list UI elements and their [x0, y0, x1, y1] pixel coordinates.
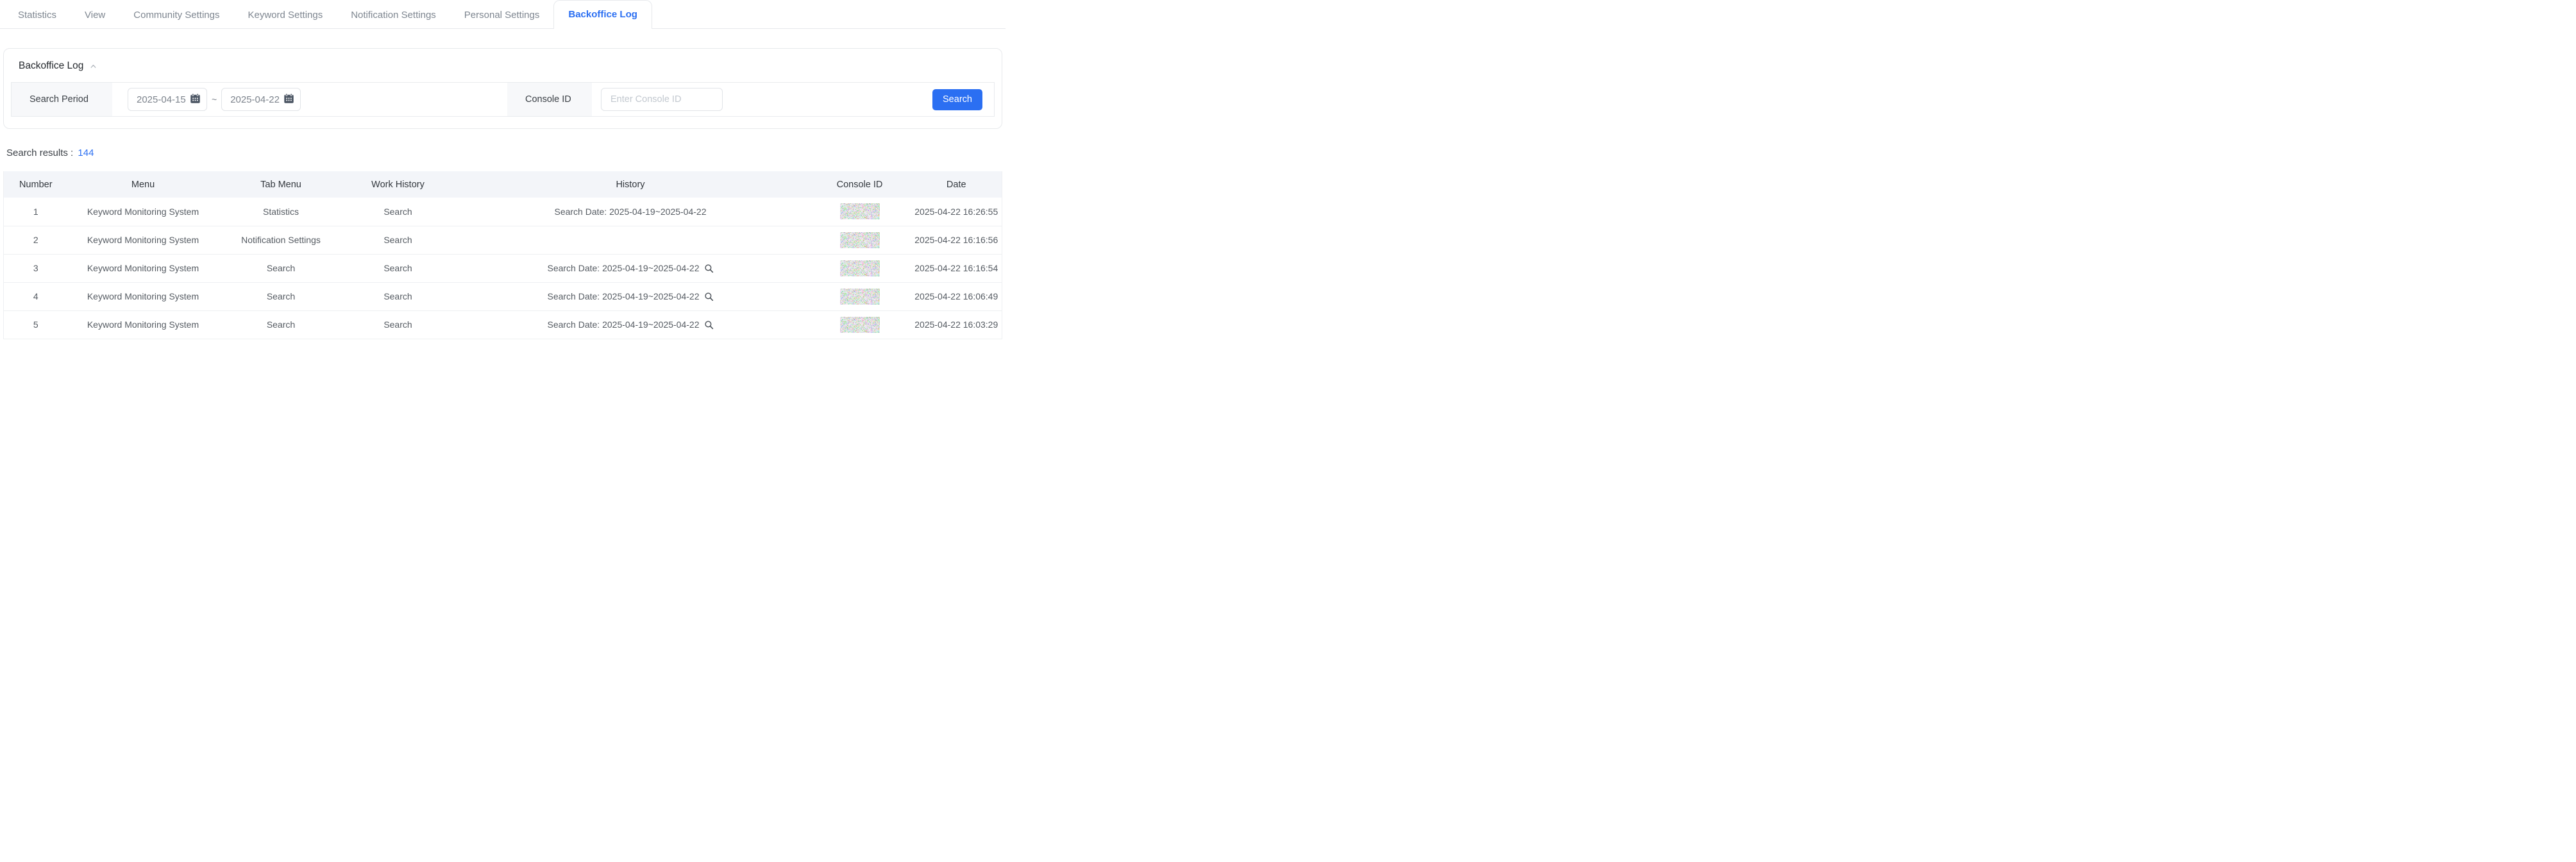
tab-keyword-settings[interactable]: Keyword Settings: [233, 2, 337, 28]
table-row: 5Keyword Monitoring SystemSearchSearchSe…: [4, 310, 1002, 339]
console-id-redacted-image: [840, 317, 880, 333]
cell-menu: Keyword Monitoring System: [68, 310, 219, 339]
magnifier-icon[interactable]: [704, 320, 714, 330]
tab-statistics[interactable]: Statistics: [4, 2, 71, 28]
cell-tab-menu: Search: [219, 254, 344, 282]
history-content: Search Date: 2025-04-19~2025-04-22: [547, 319, 713, 330]
date-range: 2025-04-15 ~: [112, 88, 507, 111]
cell-console-id: [809, 282, 911, 310]
search-button[interactable]: Search: [932, 89, 982, 110]
magnifier-icon[interactable]: [704, 292, 714, 301]
cell-number: 4: [4, 282, 68, 310]
history-text: Search Date: 2025-04-19~2025-04-22: [547, 319, 699, 330]
page-body: Backoffice Log Search Period 2025-04-15: [0, 48, 1006, 339]
cell-tab-menu: Notification Settings: [219, 226, 344, 254]
tab-backoffice-log[interactable]: Backoffice Log: [553, 0, 652, 29]
range-tilde: ~: [212, 94, 217, 105]
table-row: 2Keyword Monitoring SystemNotification S…: [4, 226, 1002, 254]
table-header-row: NumberMenuTab MenuWork HistoryHistoryCon…: [4, 171, 1002, 198]
cell-tab-menu: Search: [219, 282, 344, 310]
date-from-value: 2025-04-15: [137, 94, 186, 105]
date-from-input[interactable]: 2025-04-15: [128, 88, 207, 111]
cell-console-id: [809, 226, 911, 254]
cell-date: 2025-04-22 16:16:54: [911, 254, 1002, 282]
tab-bar: StatisticsViewCommunity SettingsKeyword …: [0, 0, 1006, 29]
table-row: 1Keyword Monitoring SystemStatisticsSear…: [4, 198, 1002, 226]
cell-menu: Keyword Monitoring System: [68, 198, 219, 226]
date-to-value: 2025-04-22: [230, 94, 280, 105]
console-id-redacted-image: [840, 289, 880, 305]
tab-personal-settings[interactable]: Personal Settings: [450, 2, 554, 28]
cell-history: [453, 226, 809, 254]
cell-menu: Keyword Monitoring System: [68, 226, 219, 254]
column-header-work-history: Work History: [344, 171, 453, 198]
cell-history: Search Date: 2025-04-19~2025-04-22: [453, 254, 809, 282]
cell-work-history: Search: [344, 254, 453, 282]
cell-work-history: Search: [344, 198, 453, 226]
tab-view[interactable]: View: [71, 2, 119, 28]
date-to-input[interactable]: 2025-04-22: [221, 88, 301, 111]
history-content: Search Date: 2025-04-19~2025-04-22: [547, 263, 713, 273]
magnifier-icon[interactable]: [704, 264, 714, 273]
console-id-label: Console ID: [507, 83, 592, 116]
table-body: 1Keyword Monitoring SystemStatisticsSear…: [4, 198, 1002, 339]
search-results-label: Search results :: [6, 148, 73, 158]
tab-community-settings[interactable]: Community Settings: [119, 2, 233, 28]
cell-number: 5: [4, 310, 68, 339]
cell-number: 3: [4, 254, 68, 282]
search-results-line: Search results : 144: [6, 148, 1002, 158]
tab-notification-settings[interactable]: Notification Settings: [337, 2, 450, 28]
search-period-label: Search Period: [12, 83, 112, 116]
panel-header: Backoffice Log: [11, 59, 995, 82]
cell-work-history: Search: [344, 310, 453, 339]
console-id-redacted-image: [840, 232, 880, 248]
column-header-date: Date: [911, 171, 1002, 198]
cell-number: 2: [4, 226, 68, 254]
cell-number: 1: [4, 198, 68, 226]
panel-title: Backoffice Log: [19, 60, 83, 72]
cell-console-id: [809, 310, 911, 339]
cell-tab-menu: Statistics: [219, 198, 344, 226]
cell-menu: Keyword Monitoring System: [68, 254, 219, 282]
column-header-console-id: Console ID: [809, 171, 911, 198]
calendar-icon[interactable]: [283, 93, 294, 106]
chevron-up-icon[interactable]: [89, 62, 97, 71]
history-text: Search Date: 2025-04-19~2025-04-22: [554, 207, 706, 217]
cell-date: 2025-04-22 16:26:55: [911, 198, 1002, 226]
console-id-redacted-image: [840, 260, 880, 276]
cell-history: Search Date: 2025-04-19~2025-04-22: [453, 310, 809, 339]
cell-console-id: [809, 254, 911, 282]
table-row: 3Keyword Monitoring SystemSearchSearchSe…: [4, 254, 1002, 282]
history-text: Search Date: 2025-04-19~2025-04-22: [547, 263, 699, 273]
column-header-number: Number: [4, 171, 68, 198]
console-id-input[interactable]: [601, 88, 723, 111]
column-header-menu: Menu: [68, 171, 219, 198]
cell-date: 2025-04-22 16:06:49: [911, 282, 1002, 310]
cell-work-history: Search: [344, 282, 453, 310]
search-results-count: 144: [78, 148, 94, 158]
cell-date: 2025-04-22 16:16:56: [911, 226, 1002, 254]
backoffice-log-table: NumberMenuTab MenuWork HistoryHistoryCon…: [3, 171, 1002, 339]
cell-tab-menu: Search: [219, 310, 344, 339]
column-header-history: History: [453, 171, 809, 198]
history-content: Search Date: 2025-04-19~2025-04-22: [547, 291, 713, 301]
cell-date: 2025-04-22 16:03:29: [911, 310, 1002, 339]
history-content: Search Date: 2025-04-19~2025-04-22: [554, 207, 706, 217]
cell-history: Search Date: 2025-04-19~2025-04-22: [453, 282, 809, 310]
cell-console-id: [809, 198, 911, 226]
search-form: Search Period 2025-04-15: [11, 82, 995, 117]
console-id-redacted-image: [840, 203, 880, 219]
cell-history: Search Date: 2025-04-19~2025-04-22: [453, 198, 809, 226]
calendar-icon[interactable]: [190, 93, 201, 106]
history-text: Search Date: 2025-04-19~2025-04-22: [547, 291, 699, 301]
cell-menu: Keyword Monitoring System: [68, 282, 219, 310]
column-header-tab-menu: Tab Menu: [219, 171, 344, 198]
backoffice-log-panel: Backoffice Log Search Period 2025-04-15: [3, 48, 1002, 129]
console-id-area: [592, 88, 932, 111]
cell-work-history: Search: [344, 226, 453, 254]
table-row: 4Keyword Monitoring SystemSearchSearchSe…: [4, 282, 1002, 310]
